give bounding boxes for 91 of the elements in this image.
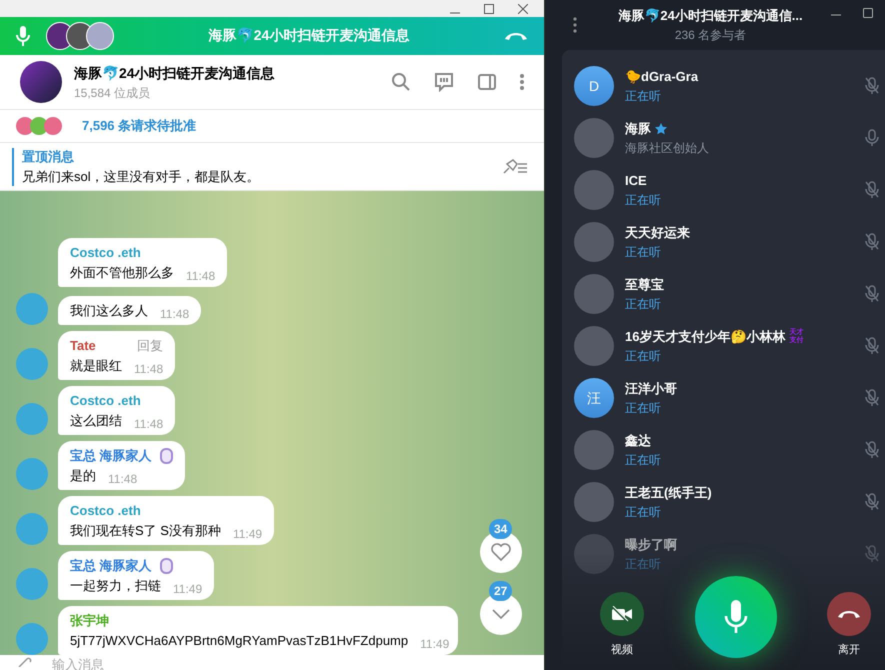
participant-name: 汪洋小哥 [625,380,677,398]
message-time: 11:48 [160,306,190,323]
participant-name: 王老五(纸手王) [625,484,712,502]
participant-row[interactable]: 曝步了啊 正在听 [562,528,885,580]
sender-name[interactable]: 宝总 海豚家人 [70,556,152,576]
scroll-down-button[interactable] [480,593,522,635]
participant-status: 正在听 [625,296,662,313]
participant-name: 16岁天才支付少年🤔小林林 [625,328,786,346]
participant-row[interactable]: 王老五(纸手王) 正在听 [562,476,885,528]
heart-icon [491,543,511,561]
participant-name: 至尊宝 [625,276,664,294]
avatar [86,22,114,50]
message-time: 11:48 [186,268,216,285]
video-label: 视频 [611,642,633,658]
more-icon[interactable] [520,74,524,90]
participant-status: 正在听 [625,244,662,261]
maximize-icon[interactable] [484,4,494,14]
avatar [44,117,62,135]
participant-row[interactable]: 至尊宝 正在听 [562,268,885,320]
message-time: 11:48 [134,416,164,433]
reaction-count: 34 [489,519,512,539]
participant-avatar [574,274,614,314]
participant-name: 海豚 [625,120,651,138]
camera-off-icon [611,606,633,622]
participant-avatar [574,430,614,470]
participant-avatar [574,170,614,210]
participant-status: 正在听 [625,504,662,521]
pin-list-icon[interactable] [502,158,528,174]
speech-bubble-icon[interactable] [434,72,454,92]
participant-status: 正在听 [625,348,662,365]
participant-row[interactable]: 海豚 海豚社区创始人 [562,112,885,164]
participant-name: 鑫达 [625,432,651,450]
message-text: 就是眼红 [70,356,122,374]
participant-row[interactable]: 天天好运来 正在听 [562,216,885,268]
participant-status: 海豚社区创始人 [625,140,710,157]
participant-name: 天天好运来 [625,224,690,242]
participant-avatar: D [574,66,614,106]
microphone-icon[interactable] [16,26,30,46]
sidebar-icon[interactable] [478,74,496,90]
participant-row[interactable]: 汪 汪洋小哥 正在听 [562,372,885,424]
participant-count: 236 名参与者 [674,26,746,44]
hang-up-icon[interactable] [504,31,528,41]
voice-chat-title: 海豚🐬24小时扫链开麦沟通信... [618,7,803,26]
sender-name[interactable]: Tate [70,336,96,356]
message-text: 我们这么多人 [70,302,148,320]
participant-status: 正在听 [625,556,662,573]
participant-avatar [574,222,614,262]
participant-status: 正在听 [625,452,662,469]
message-time: 11:48 [134,361,164,378]
sender-name[interactable]: 宝总 海豚家人 [70,446,152,466]
participant-avatar [574,326,614,366]
message-text: 外面不管他那么多 [70,264,174,282]
participant-status: 正在听 [625,88,662,105]
message-time: 11:49 [232,526,262,543]
maximize-icon[interactable] [863,8,873,18]
microphone-icon [724,600,748,634]
avatar [16,117,34,135]
message-time: 11:49 [420,636,450,653]
message-text: 是的 [70,466,96,484]
hang-up-icon [837,608,861,618]
participant-row[interactable]: D 🐤dGra-Gra 正在听 [562,60,885,112]
call-title: 海豚🐬24小时扫链开麦沟通信息 [208,27,410,43]
participant-avatar [574,482,614,522]
participant-avatar: 汪 [574,378,614,418]
participant-name: 🐤dGra-Gra [625,68,698,86]
more-icon[interactable] [573,17,577,33]
close-icon[interactable] [518,4,528,14]
search-icon[interactable] [392,73,410,91]
minimize-icon[interactable] [831,14,841,16]
participant-name: 曝步了啊 [625,536,677,554]
message-text: 这么团结 [70,412,122,430]
member-count: 15,584 位成员 [74,84,152,102]
message-text: 一起努力，扫链 [70,576,161,594]
pinned-label: 置顶消息 [22,148,75,166]
participant-name: ICE [625,172,647,190]
message-text: 我们现在转S了 S没有那种 [70,522,221,540]
participant-row[interactable]: ICE 正在听 [562,164,885,216]
participant-avatar [574,118,614,158]
pinned-text: 兄弟们来sol，这里没有对手，都是队友。 [22,168,261,186]
chevron-down-icon [492,609,510,619]
chat-title: 海豚🐬24小时扫链开麦沟通信息 [74,64,276,82]
message-time: 11:49 [173,581,202,598]
message-text: 5jT77jWXVCHa6AYPBrtn6MgRYamPvasTzB1HvFZdpump [70,632,408,650]
participant-status: 正在听 [625,400,662,417]
message-time: 11:48 [108,471,138,488]
participant-row[interactable]: 鑫达 正在听 [562,424,885,476]
join-requests-link[interactable]: 7,596 条请求待批准 [82,116,196,136]
unread-count: 27 [489,581,512,601]
group-avatar [20,61,62,103]
participant-status: 正在听 [625,192,662,209]
leave-label: 离开 [838,642,860,658]
